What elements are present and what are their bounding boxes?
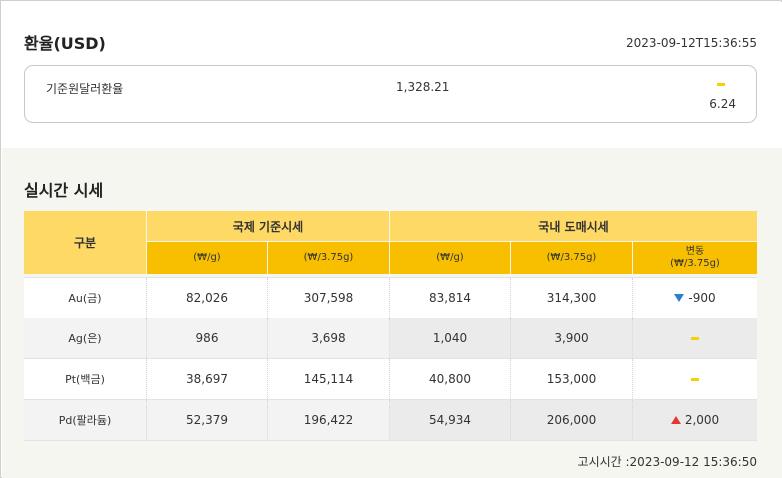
exchange-rate-label: 기준원달러환율 <box>46 82 124 96</box>
flat-change-icon <box>691 336 699 340</box>
exchange-title: 환율(USD) <box>24 34 106 53</box>
price-change: 2,000 <box>633 400 757 440</box>
dom-price-don: 206,000 <box>511 400 633 440</box>
intl-price-don: 3,698 <box>268 318 390 358</box>
up-triangle-icon <box>670 416 681 424</box>
intl-price-gram: 986 <box>147 318 268 358</box>
header-intl-per-gram: (₩/g) <box>147 242 267 274</box>
live-price-title: 실시간 시세 <box>24 181 104 200</box>
header-change-unit: (₩/3.75g) <box>670 258 720 269</box>
metal-name: Pd(팔라듐) <box>24 400 147 440</box>
header-category: 구분 <box>24 211 146 274</box>
metal-name: Pt(백금) <box>24 359 147 399</box>
header-change-title: 변동 <box>685 246 705 257</box>
dom-price-don: 3,900 <box>511 318 633 358</box>
exchange-section: 환율(USD) 2023-09-12T15:36:55 기준원달러환율 1,32… <box>2 2 782 148</box>
dom-price-gram: 54,934 <box>390 400 511 440</box>
header-dom-per-gram: (₩/g) <box>390 242 510 274</box>
dom-price-gram: 1,040 <box>390 318 511 358</box>
dom-price-gram: 40,800 <box>390 359 511 399</box>
price-change <box>633 318 757 358</box>
notice-time: 고시시간 :2023-09-12 15:36:50 <box>577 455 757 469</box>
table-header: 구분 국제 기준시세 국내 도매시세 (₩/g) (₩/3.75g) (₩/g)… <box>24 211 757 277</box>
price-change-value: -900 <box>688 291 716 305</box>
dom-price-don: 314,300 <box>511 278 633 318</box>
intl-price-gram: 82,026 <box>147 278 268 318</box>
flat-change-icon <box>691 377 699 381</box>
dom-price-don: 153,000 <box>511 359 633 399</box>
price-change: -900 <box>633 278 757 318</box>
header-dom-per-don: (₩/3.75g) <box>511 242 632 274</box>
header-domestic: 국내 도매시세 <box>390 211 757 241</box>
exchange-rate-box: 기준원달러환율 1,328.21 6.24 <box>24 65 757 123</box>
exchange-rate-change: 6.24 <box>709 97 736 111</box>
exchange-rate-value: 1,328.21 <box>396 80 450 94</box>
live-price-section: 실시간 시세 구분 국제 기준시세 국내 도매시세 (₩/g) (₩/3.75g… <box>2 148 782 478</box>
metal-name: Au(금) <box>24 278 147 318</box>
widget-frame: 환율(USD) 2023-09-12T15:36:55 기준원달러환율 1,32… <box>0 0 782 478</box>
dom-price-gram: 83,814 <box>390 278 511 318</box>
price-table: 구분 국제 기준시세 국내 도매시세 (₩/g) (₩/3.75g) (₩/g)… <box>24 211 757 441</box>
header-intl-per-don: (₩/3.75g) <box>268 242 389 274</box>
price-change <box>633 359 757 399</box>
exchange-timestamp: 2023-09-12T15:36:55 <box>626 36 757 50</box>
intl-price-gram: 52,379 <box>147 400 268 440</box>
header-change: 변동 (₩/3.75g) <box>633 242 757 274</box>
intl-price-don: 307,598 <box>268 278 390 318</box>
header-international: 국제 기준시세 <box>147 211 389 241</box>
metal-name: Ag(은) <box>24 318 147 358</box>
price-change-value: 2,000 <box>684 413 720 427</box>
table-row: Pt(백금) 38,697 145,114 40,800 153,000 <box>24 359 757 400</box>
down-triangle-icon <box>674 294 685 302</box>
table-row: Au(금) 82,026 307,598 83,814 314,300 -900 <box>24 277 757 318</box>
intl-price-don: 145,114 <box>268 359 390 399</box>
intl-price-don: 196,422 <box>268 400 390 440</box>
flat-change-icon <box>717 83 725 86</box>
table-row: Ag(은) 986 3,698 1,040 3,900 <box>24 318 757 359</box>
intl-price-gram: 38,697 <box>147 359 268 399</box>
table-row: Pd(팔라듐) 52,379 196,422 54,934 206,000 2,… <box>24 400 757 441</box>
